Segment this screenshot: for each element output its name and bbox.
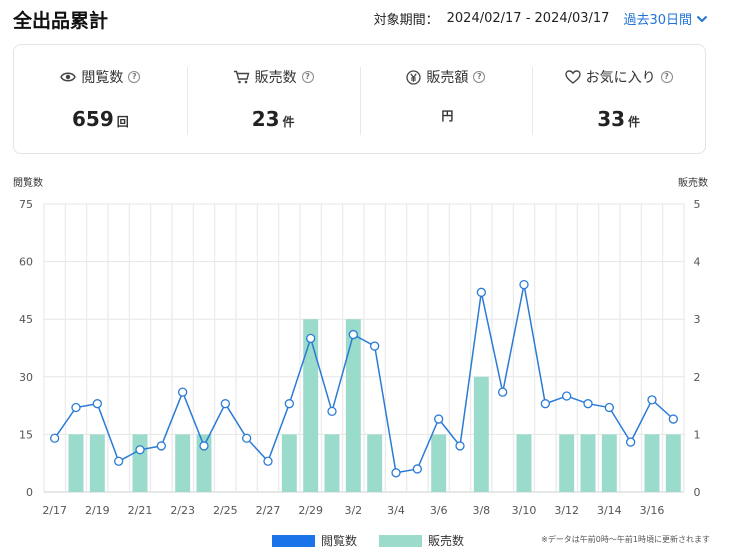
views-point — [562, 391, 572, 401]
x-tick-label: 3/14 — [597, 504, 622, 517]
views-point — [412, 464, 422, 474]
x-tick-label: 2/21 — [128, 504, 153, 517]
x-tick-label: 3/12 — [554, 504, 579, 517]
x-tick-label: 2/27 — [256, 504, 281, 517]
x-tick-label: 2/23 — [170, 504, 195, 517]
legend-item-views[interactable]: 閲覧数 — [272, 532, 357, 549]
x-tick-label: 3/16 — [640, 504, 665, 517]
sales-bar — [644, 434, 660, 492]
views-point — [498, 387, 508, 397]
sales-bar — [345, 319, 361, 492]
views-point — [455, 441, 465, 451]
sales-bar — [175, 434, 191, 492]
legend-label-sales: 販売数 — [428, 534, 465, 548]
views-point — [647, 395, 657, 405]
sales-bar — [132, 434, 148, 492]
legend-item-sales[interactable]: 販売数 — [379, 532, 464, 549]
sales-bar — [516, 434, 532, 492]
right-tick-label: 1 — [694, 428, 701, 441]
sales-bar — [303, 319, 319, 492]
views-point — [284, 399, 294, 409]
views-point — [583, 399, 593, 409]
right-tick-label: 4 — [694, 256, 701, 269]
sales-bar — [281, 434, 297, 492]
sales-bar — [89, 434, 105, 492]
views-point — [50, 433, 60, 443]
sales-bar — [324, 434, 340, 492]
legend-swatch-sales — [379, 534, 423, 547]
views-point — [71, 402, 81, 413]
right-tick-label: 0 — [694, 486, 701, 499]
x-tick-label: 3/10 — [512, 504, 537, 517]
x-tick-label: 3/6 — [430, 504, 448, 517]
views-point — [92, 399, 102, 409]
legend-swatch-views — [272, 534, 315, 547]
views-point — [178, 387, 188, 397]
views-point — [434, 414, 444, 424]
views-point — [626, 437, 636, 447]
sales-bar — [367, 434, 383, 492]
sales-bar — [665, 434, 681, 492]
x-tick-label: 3/8 — [472, 504, 490, 517]
right-tick-label: 2 — [694, 371, 701, 384]
left-tick-label: 30 — [19, 371, 33, 384]
x-tick-label: 2/17 — [42, 504, 67, 517]
left-tick-label: 15 — [19, 428, 33, 441]
views-sales-chart: 015304560750123452/17 2/19 2/21 2/23 2/25 2/2… — [19, 198, 701, 517]
sales-bar — [473, 376, 489, 492]
sales-bar — [559, 434, 575, 492]
update-note: ※データは午前0時〜午前1時頃に更新されます — [541, 535, 710, 544]
left-tick-label: 45 — [19, 313, 33, 326]
views-point — [242, 433, 252, 443]
views-point — [263, 456, 273, 466]
left-tick-label: 75 — [19, 198, 33, 211]
x-tick-label: 3/4 — [387, 504, 405, 517]
sales-bar — [68, 434, 84, 492]
right-tick-label: 5 — [694, 198, 701, 211]
sales-bar — [431, 434, 447, 492]
x-tick-label: 2/19 — [85, 504, 110, 517]
views-point — [327, 406, 337, 417]
sales-bar — [601, 434, 617, 492]
views-point — [476, 287, 486, 297]
left-tick-label: 0 — [26, 486, 33, 499]
x-tick-label: 3/2 — [344, 504, 362, 517]
views-point — [220, 399, 230, 409]
chart-legend: 閲覧数 販売数 — [272, 532, 486, 549]
x-tick-label: 2/25 — [213, 504, 238, 517]
views-point — [604, 402, 614, 413]
views-point — [306, 333, 316, 344]
views-point — [135, 445, 145, 455]
views-point — [156, 441, 166, 451]
views-point — [370, 341, 380, 351]
views-point — [114, 456, 124, 466]
legend-label-views: 閲覧数 — [321, 534, 358, 548]
x-tick-label: 2/29 — [298, 504, 323, 517]
left-tick-label: 60 — [19, 256, 33, 269]
views-point — [519, 279, 529, 290]
views-point — [668, 414, 678, 424]
sales-bar — [580, 434, 596, 492]
views-point — [348, 329, 358, 340]
views-point — [199, 441, 209, 451]
views-point — [540, 399, 550, 409]
views-point — [391, 468, 401, 478]
right-tick-label: 3 — [694, 313, 701, 326]
